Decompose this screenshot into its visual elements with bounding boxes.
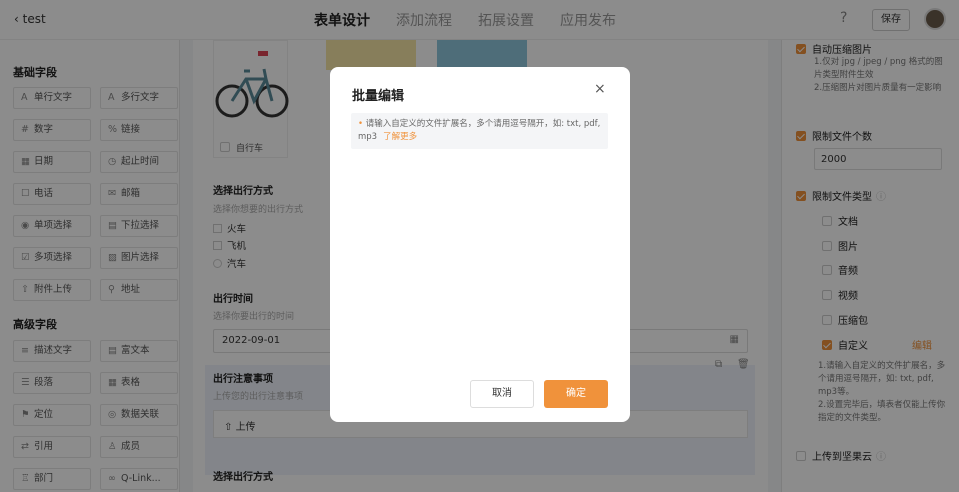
confirm-button[interactable]: 确定 [544,380,608,408]
modal-title: 批量编辑 [352,89,405,104]
cancel-button[interactable]: 取消 [470,380,534,408]
learn-more-link[interactable]: 了解更多 [383,132,417,142]
batch-edit-modal: 批量编辑 × • 请输入自定义的文件扩展名，多个请用逗号隔开，如: txt, p… [330,67,630,422]
modal-tip: • 请输入自定义的文件扩展名，多个请用逗号隔开，如: txt, pdf, mp3… [351,113,608,149]
close-icon[interactable]: × [594,81,606,97]
